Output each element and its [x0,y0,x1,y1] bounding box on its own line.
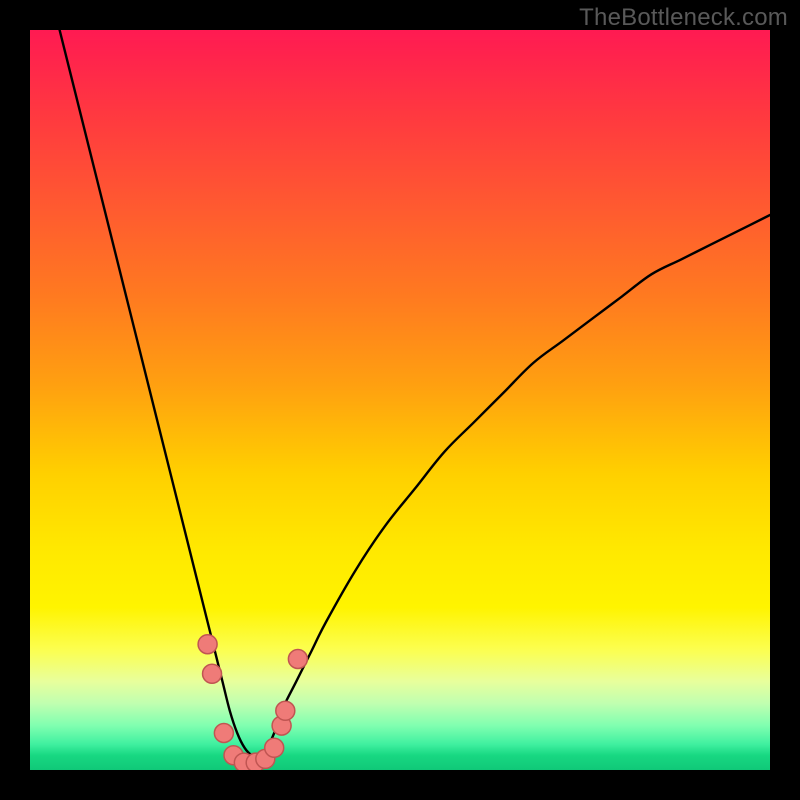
data-marker [288,650,307,669]
data-marker [265,738,284,757]
data-marker [198,635,217,654]
data-marker [276,701,295,720]
data-marker [203,664,222,683]
data-markers [198,635,307,770]
bottleneck-curve [60,30,770,756]
data-marker [214,724,233,743]
curve-svg [30,30,770,770]
watermark-text: TheBottleneck.com [579,4,788,32]
chart-frame: TheBottleneck.com [0,0,800,800]
plot-area [30,30,770,770]
